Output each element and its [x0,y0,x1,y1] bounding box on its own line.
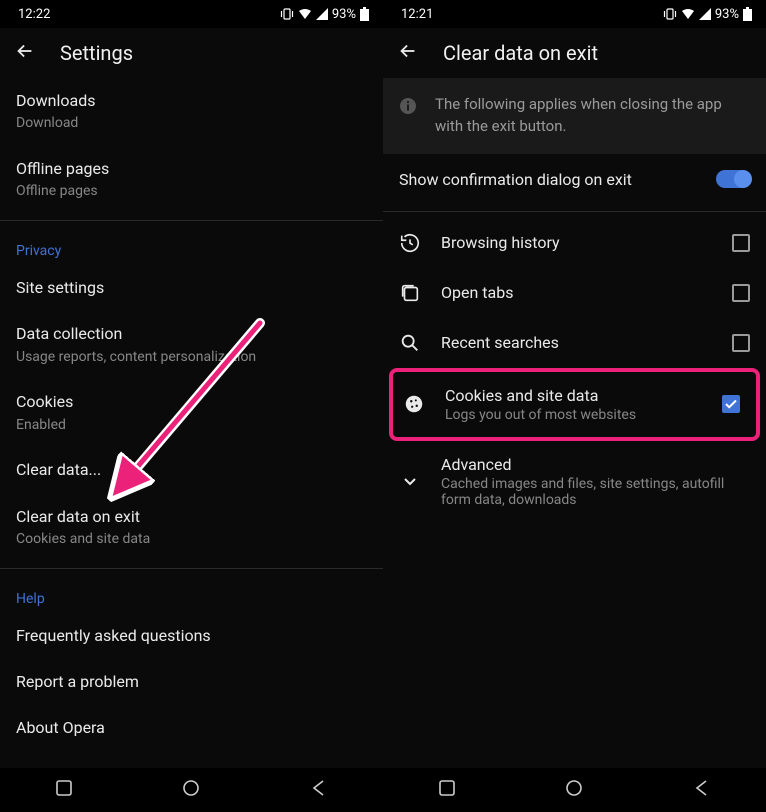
chevron-down-icon [399,470,421,492]
search-icon [399,332,421,354]
history-icon [399,232,421,254]
battery-icon [360,7,369,21]
nav-recent-icon[interactable] [438,779,456,801]
page-title: Settings [60,41,133,65]
checkbox[interactable] [732,334,750,352]
vibrate-icon [663,8,677,20]
vibrate-icon [280,8,294,20]
settings-item-clear-data[interactable]: Clear data... [0,447,383,493]
nav-home-icon[interactable] [565,779,583,801]
row-browsing-history[interactable]: Browsing history [383,218,766,268]
row-advanced[interactable]: Advanced Cached images and files, site s… [383,441,766,522]
page-title: Clear data on exit [443,41,598,65]
right-screen: 12:21 93% Clear data on exit The followi… [383,0,766,812]
info-banner: The following applies when closing the a… [383,78,766,154]
battery-icon [743,7,752,21]
divider [0,220,383,221]
status-right: 93% [280,7,369,22]
section-header-help: Help [0,575,383,613]
checkbox[interactable] [732,284,750,302]
settings-item-clear-data-on-exit[interactable]: Clear data on exit Cookies and site data [0,494,383,562]
row-recent-searches[interactable]: Recent searches [383,318,766,368]
battery-percent: 93% [715,7,739,22]
wifi-icon [298,8,312,20]
settings-item-data-collection[interactable]: Data collection Usage reports, content p… [0,311,383,379]
nav-back-icon[interactable] [310,779,328,801]
left-screen: 12:22 93% Settings Downloads Download Of… [0,0,383,812]
wifi-icon [681,8,695,20]
row-open-tabs[interactable]: Open tabs [383,268,766,318]
settings-item-offline-pages[interactable]: Offline pages Offline pages [0,146,383,214]
back-arrow-icon[interactable] [397,40,419,66]
toggle-label: Show confirmation dialog on exit [399,170,632,189]
toggle-show-confirmation[interactable]: Show confirmation dialog on exit [383,154,766,205]
settings-item-about[interactable]: About Opera [0,705,383,751]
status-right: 93% [663,7,752,22]
clear-data-content: The following applies when closing the a… [383,78,766,768]
nav-back-icon[interactable] [693,779,711,801]
settings-item-faq[interactable]: Frequently asked questions [0,613,383,659]
info-icon [399,97,417,115]
toggle-switch[interactable] [716,170,750,188]
battery-percent: 93% [332,7,356,22]
info-text: The following applies when closing the a… [435,94,750,138]
nav-bar [383,768,766,812]
cookie-icon [403,393,425,415]
nav-bar [0,768,383,812]
app-bar: Settings [0,28,383,78]
settings-item-cookies[interactable]: Cookies Enabled [0,379,383,447]
row-cookies-site-data[interactable]: Cookies and site data Logs you out of mo… [393,372,746,437]
back-arrow-icon[interactable] [14,40,36,66]
checkbox-checked[interactable] [722,395,740,413]
settings-content: Downloads Download Offline pages Offline… [0,78,383,768]
app-bar: Clear data on exit [383,28,766,78]
status-bar: 12:22 93% [0,0,383,28]
signal-icon [699,8,711,20]
status-time: 12:22 [18,7,50,22]
checkbox[interactable] [732,234,750,252]
nav-recent-icon[interactable] [55,779,73,801]
highlight-box: Cookies and site data Logs you out of mo… [389,368,760,441]
nav-home-icon[interactable] [182,779,200,801]
status-bar: 12:21 93% [383,0,766,28]
settings-item-report-problem[interactable]: Report a problem [0,659,383,705]
divider [383,211,766,212]
divider [0,568,383,569]
signal-icon [316,8,328,20]
status-time: 12:21 [401,7,433,22]
tabs-icon [399,282,421,304]
settings-item-site-settings[interactable]: Site settings [0,265,383,311]
settings-item-downloads[interactable]: Downloads Download [0,78,383,146]
section-header-privacy: Privacy [0,227,383,265]
